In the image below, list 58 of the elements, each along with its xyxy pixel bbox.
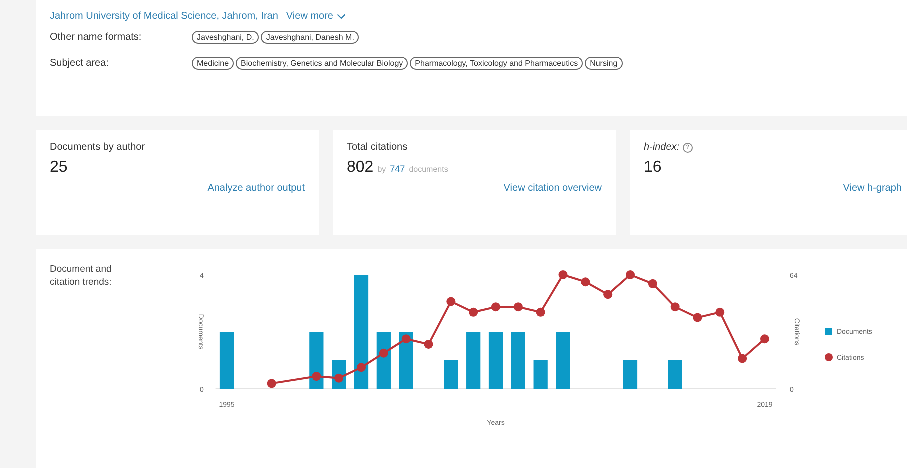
subject-tag: Biochemistry, Genetics and Molecular Biology	[236, 57, 408, 70]
field-label: Subject area:	[50, 58, 110, 69]
document-bar	[623, 360, 638, 389]
metric-link[interactable]: View citation overview	[504, 183, 602, 194]
document-bar	[444, 360, 458, 389]
citation-point	[514, 302, 523, 312]
document-bar	[310, 332, 324, 389]
subject-tag: Nursing	[585, 57, 623, 70]
citation-point	[648, 279, 658, 288]
field-label: Other name formats:	[50, 32, 143, 43]
chevron-icon	[337, 14, 346, 20]
document-bar	[488, 332, 504, 389]
by-text: by	[378, 165, 386, 174]
document-bar	[668, 360, 682, 389]
citation-point	[446, 297, 456, 306]
document-bar	[220, 332, 234, 389]
citation-point	[267, 379, 276, 388]
metric-title: Total citations	[347, 142, 408, 153]
document-bar	[399, 332, 414, 389]
citation-point	[402, 334, 411, 344]
citation-point	[738, 354, 748, 364]
name-tag: Javeshghani, Danesh M.	[261, 31, 360, 44]
document-bar	[376, 332, 391, 389]
view-more-link[interactable]: View more	[286, 11, 346, 22]
documents-text: documents	[409, 165, 448, 174]
citation-point	[379, 348, 388, 358]
citation-point	[626, 270, 635, 280]
metric-title: h-index:	[644, 142, 680, 153]
metric-value: 25	[50, 159, 68, 177]
citation-point	[357, 363, 366, 372]
metric-value: 16	[644, 159, 662, 177]
citation-point	[334, 374, 344, 383]
citation-point	[581, 278, 590, 287]
citation-point	[716, 308, 725, 317]
document-bar	[466, 332, 481, 389]
metric-value: 802	[347, 159, 374, 177]
metric-title: Documents by author	[50, 142, 146, 153]
metric-link[interactable]: View h-graph	[843, 183, 902, 194]
chart-label: Document and citation trends:	[50, 263, 113, 290]
citation-point	[492, 302, 500, 312]
citation-point	[604, 290, 613, 300]
document-bar	[556, 332, 570, 389]
subject-tag: Medicine	[192, 57, 234, 70]
citation-point	[469, 308, 478, 317]
citation-point	[312, 372, 322, 382]
name-tag: Javeshghani, D.	[192, 31, 260, 44]
document-bar	[511, 332, 526, 389]
citation-point	[536, 308, 546, 317]
citation-point	[558, 270, 568, 280]
affiliation-text: Jahrom University of Medical Science, Jahrom, Iran	[50, 11, 278, 22]
document-count[interactable]: 747	[390, 164, 406, 174]
subject-tag: Pharmacology, Toxicology and Pharmaceutics	[410, 57, 584, 70]
document-bar	[534, 360, 548, 389]
citation-point	[670, 302, 680, 312]
citation-point	[693, 313, 702, 322]
citation-point	[424, 340, 434, 349]
citation-point	[760, 334, 770, 344]
metric-link[interactable]: Analyze author output	[208, 183, 305, 194]
